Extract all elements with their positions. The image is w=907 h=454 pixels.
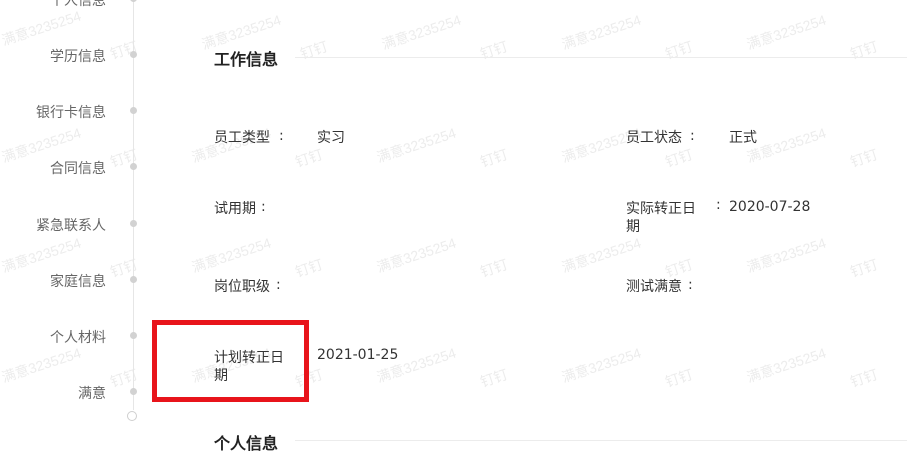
- watermark-text: 钉钉: [663, 366, 695, 390]
- nav-timeline-line: [133, 0, 134, 410]
- nav-dot: [130, 163, 137, 170]
- watermark-text: 钉钉: [298, 38, 330, 62]
- nav-item-contract[interactable]: 合同信息: [50, 158, 106, 178]
- watermark-text: 满意3235254: [744, 344, 828, 386]
- field-label-employee-type: 员工类型: [214, 130, 270, 146]
- field-value-employee-type: 实习: [317, 130, 345, 146]
- section-title-personal-info: 个人信息: [214, 434, 279, 453]
- field-label-test-satisfaction: 测试满意: [626, 279, 682, 295]
- field-value-planned-regularization-date: 2021-01-25: [317, 347, 399, 363]
- watermark-text: 钉钉: [663, 38, 695, 62]
- nav-item-bank-card[interactable]: 银行卡信息: [36, 102, 106, 122]
- nav-dot: [130, 0, 137, 2]
- nav-dot: [130, 51, 137, 58]
- nav-item-personal-info[interactable]: 个人信息: [50, 0, 106, 10]
- nav-dot: [130, 276, 137, 283]
- field-label-employee-status: 员工状态: [626, 130, 682, 146]
- field-value-employee-status: 正式: [729, 130, 757, 146]
- field-separator: :: [261, 199, 266, 215]
- nav-dot: [130, 107, 137, 114]
- nav-item-family[interactable]: 家庭信息: [50, 271, 106, 291]
- watermark-text: 钉钉: [293, 256, 325, 280]
- watermark-text: 满意3235254: [379, 11, 463, 53]
- watermark-text: 满意3235254: [559, 234, 643, 276]
- nav-dot: [130, 220, 137, 227]
- watermark-text: 满意3235254: [744, 234, 828, 276]
- watermark-text: 满意3235254: [559, 11, 643, 53]
- watermark-text: 满意3235254: [374, 124, 458, 166]
- field-separator: :: [716, 197, 721, 213]
- anchor-nav: 个人信息 学历信息 银行卡信息 合同信息 紧急联系人 家庭信息 个人材料 满意: [0, 0, 150, 451]
- nav-dot: [130, 332, 137, 339]
- nav-item-education[interactable]: 学历信息: [50, 46, 106, 66]
- field-value-actual-regularization-date: 2020-07-28: [729, 199, 811, 215]
- field-label-actual-regularization-date: 实际转正日期: [626, 201, 696, 235]
- field-separator: :: [690, 128, 695, 144]
- nav-dot: [130, 388, 137, 395]
- section-divider: [295, 57, 907, 58]
- field-label-job-level: 岗位职级: [214, 279, 270, 295]
- field-separator: :: [688, 277, 693, 293]
- nav-item-emergency-contact[interactable]: 紧急联系人: [36, 215, 106, 235]
- field-label-probation: 试用期: [214, 201, 256, 217]
- nav-item-personal-materials[interactable]: 个人材料: [50, 327, 106, 347]
- watermark-text: 满意3235254: [189, 234, 273, 276]
- watermark-text: 钉钉: [478, 256, 510, 280]
- watermark-text: 钉钉: [848, 256, 880, 280]
- watermark-text: 满意3235254: [559, 344, 643, 386]
- watermark-text: 钉钉: [848, 38, 880, 62]
- nav-end-circle: [127, 411, 137, 421]
- watermark-text: 钉钉: [478, 146, 510, 170]
- watermark-text: 满意3235254: [374, 234, 458, 276]
- field-separator: :: [276, 277, 281, 293]
- watermark-text: 满意3235254: [744, 11, 828, 53]
- field-separator: :: [279, 128, 284, 144]
- watermark-text: 钉钉: [478, 366, 510, 390]
- watermark-text: 钉钉: [293, 146, 325, 170]
- watermark-text: 钉钉: [848, 146, 880, 170]
- watermark-text: 钉钉: [478, 38, 510, 62]
- section-title-work-info: 工作信息: [214, 50, 279, 69]
- section-divider: [295, 440, 907, 441]
- watermark-text: 钉钉: [663, 146, 695, 170]
- highlight-box: [152, 320, 309, 402]
- watermark-text: 钉钉: [848, 366, 880, 390]
- nav-item-satisfaction[interactable]: 满意: [78, 383, 106, 403]
